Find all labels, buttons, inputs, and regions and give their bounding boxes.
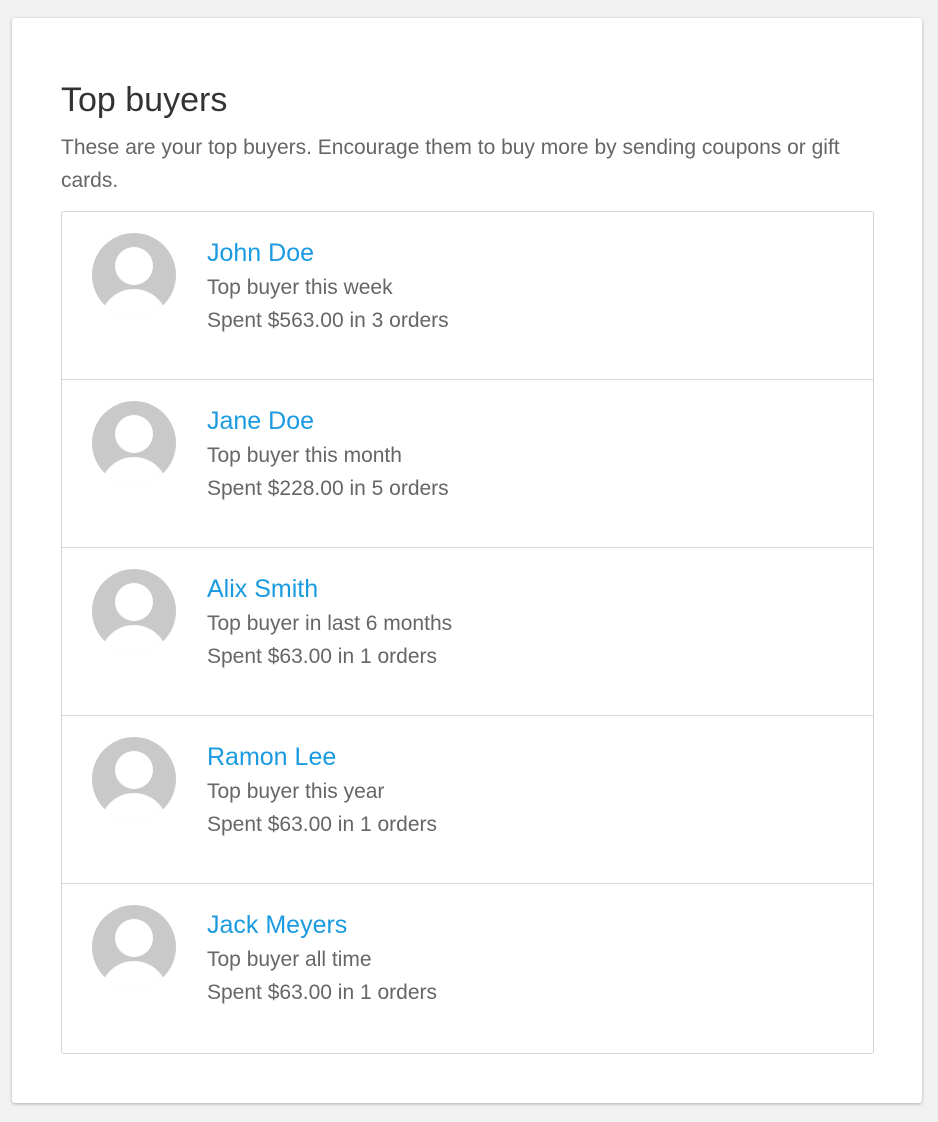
buyer-name-link[interactable]: Jane Doe bbox=[207, 404, 314, 438]
buyer-spent: Spent $563.00 in 3 orders bbox=[207, 309, 449, 332]
buyer-period: Top buyer this month bbox=[207, 444, 402, 467]
user-avatar-icon bbox=[92, 569, 176, 653]
buyer-spent: Spent $63.00 in 1 orders bbox=[207, 645, 437, 668]
list-item: John Doe Top buyer this week Spent $563.… bbox=[62, 212, 873, 380]
user-avatar-icon bbox=[92, 737, 176, 821]
buyer-period: Top buyer all time bbox=[207, 948, 372, 971]
list-item: Alix Smith Top buyer in last 6 months Sp… bbox=[62, 548, 873, 716]
buyer-spent: Spent $63.00 in 1 orders bbox=[207, 813, 437, 836]
list-item: Jack Meyers Top buyer all time Spent $63… bbox=[62, 884, 873, 1053]
page-title: Top buyers bbox=[61, 81, 228, 119]
top-buyers-card: Top buyers These are your top buyers. En… bbox=[12, 18, 922, 1103]
buyer-period: Top buyer in last 6 months bbox=[207, 612, 453, 635]
user-avatar-icon bbox=[92, 233, 176, 317]
list-item: Jane Doe Top buyer this month Spent $228… bbox=[62, 380, 873, 548]
buyer-period: Top buyer this year bbox=[207, 780, 385, 803]
buyer-name-link[interactable]: Jack Meyers bbox=[207, 908, 347, 942]
buyer-name-link[interactable]: Ramon Lee bbox=[207, 740, 336, 774]
buyers-list: John Doe Top buyer this week Spent $563.… bbox=[61, 211, 874, 1054]
buyer-name-link[interactable]: John Doe bbox=[207, 236, 314, 270]
buyer-period: Top buyer this week bbox=[207, 276, 393, 299]
user-avatar-icon bbox=[92, 401, 176, 485]
buyer-name-link[interactable]: Alix Smith bbox=[207, 572, 318, 606]
panel-description: These are your top buyers. Encourage the… bbox=[61, 136, 840, 192]
list-item: Ramon Lee Top buyer this year Spent $63.… bbox=[62, 716, 873, 884]
buyer-spent: Spent $63.00 in 1 orders bbox=[207, 981, 437, 1004]
buyer-spent: Spent $228.00 in 5 orders bbox=[207, 477, 449, 500]
user-avatar-icon bbox=[92, 905, 176, 989]
